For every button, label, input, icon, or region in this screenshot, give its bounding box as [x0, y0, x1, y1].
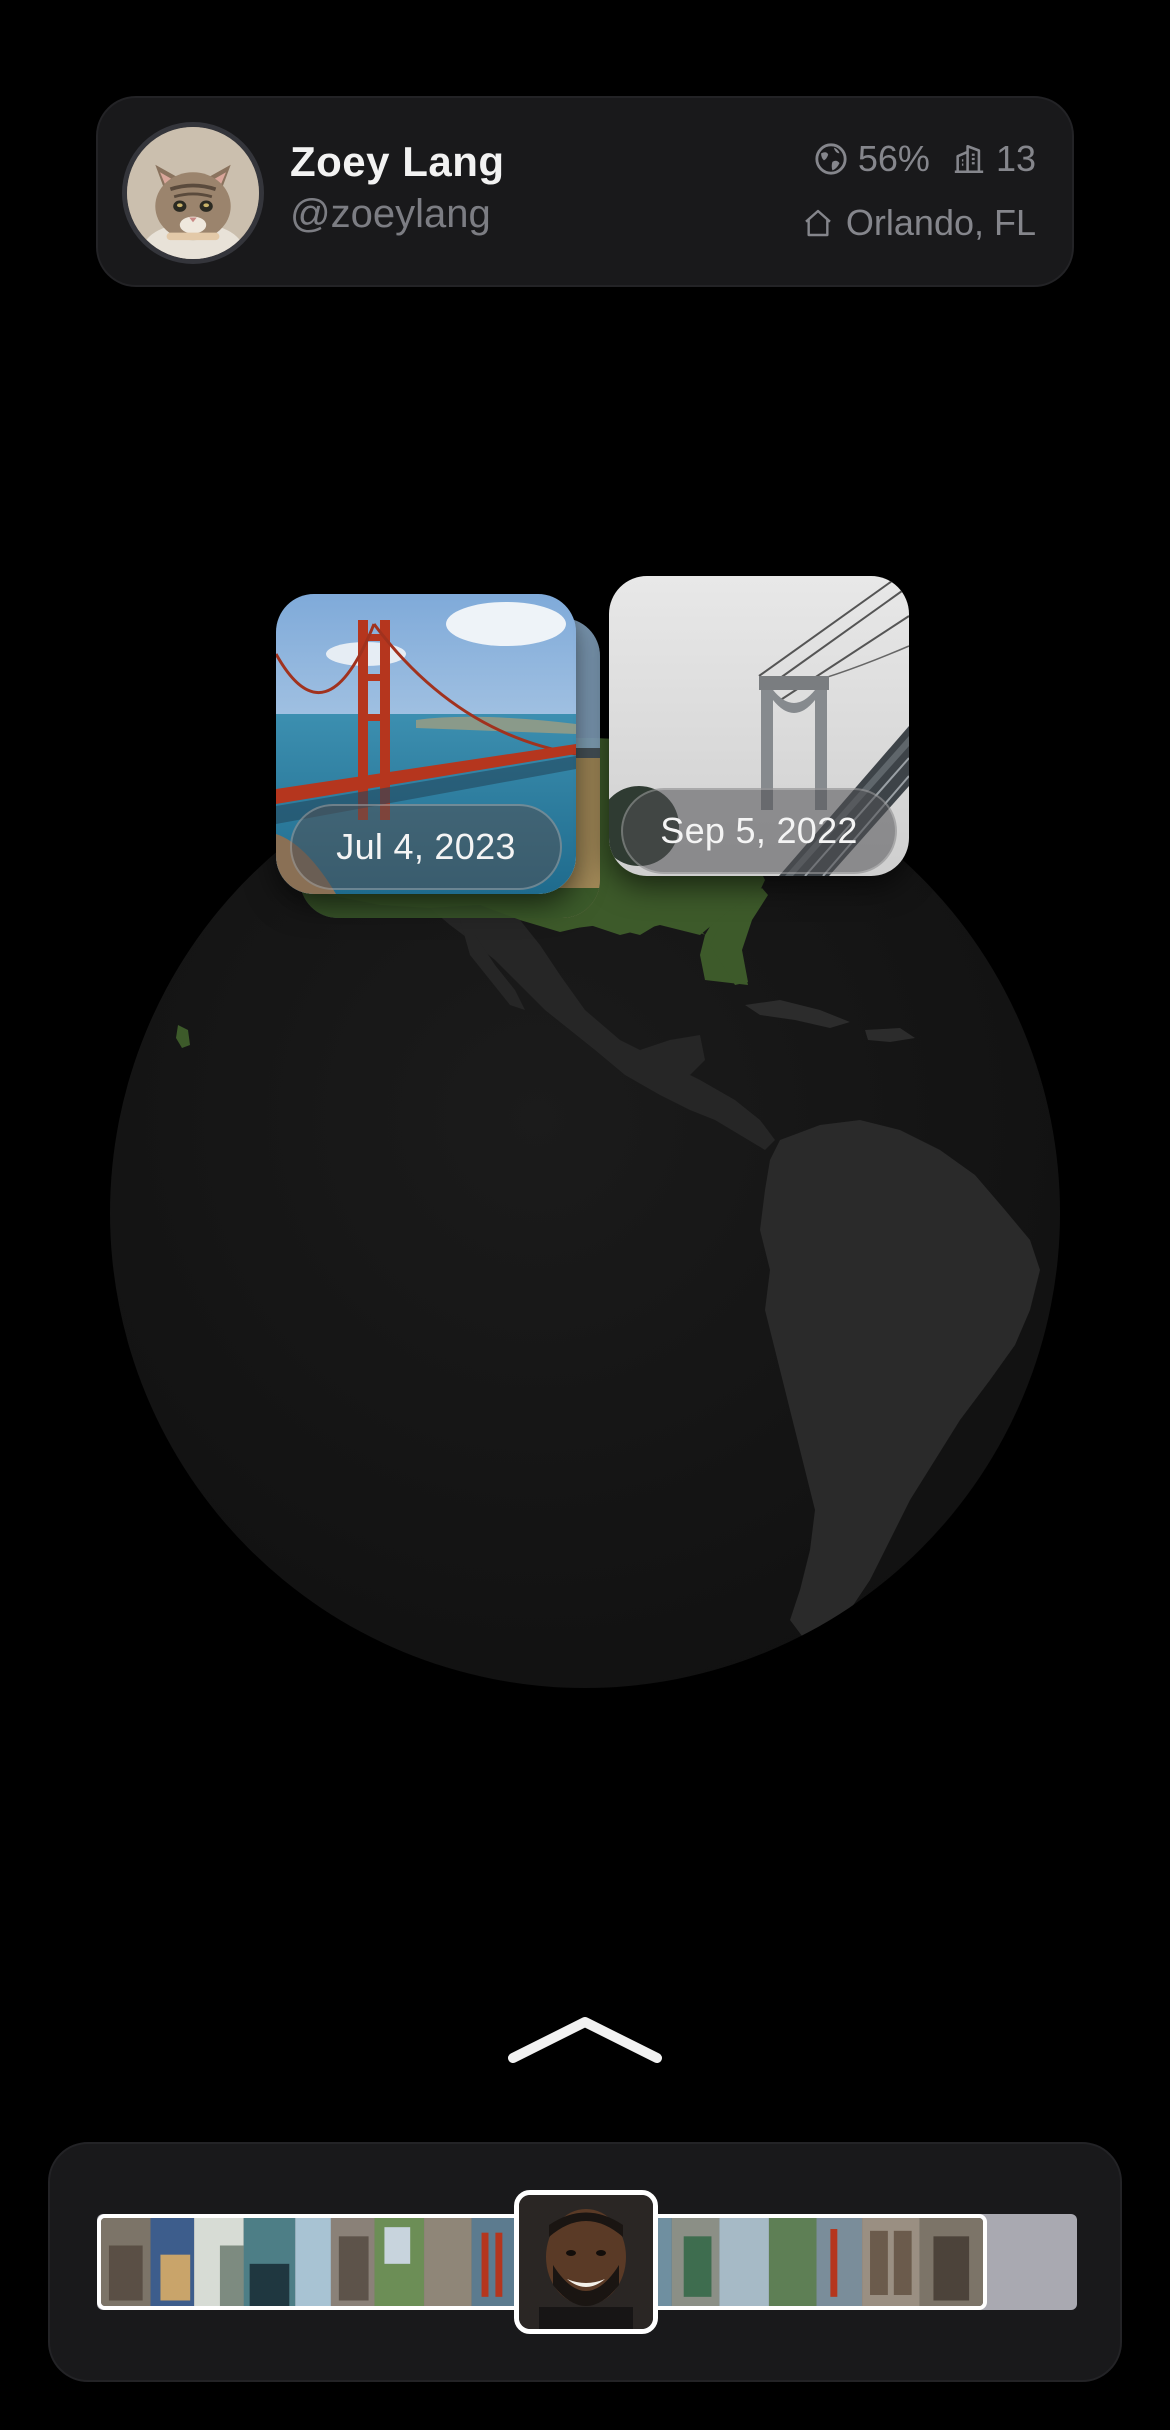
photo-pin-golden-gate[interactable]: Jul 4, 2023: [276, 594, 576, 894]
photo-date-pill: Sep 5, 2022: [621, 788, 897, 874]
timeline-scrubber[interactable]: [48, 2142, 1122, 2382]
photo-date-pill: Jul 4, 2023: [290, 804, 562, 890]
photo-pin-manhattan-bridge[interactable]: Sep 5, 2022: [609, 576, 909, 876]
portrait-photo: [519, 2195, 653, 2329]
current-photo-thumbnail[interactable]: [514, 2190, 658, 2334]
chevron-up-icon[interactable]: [505, 2010, 665, 2070]
